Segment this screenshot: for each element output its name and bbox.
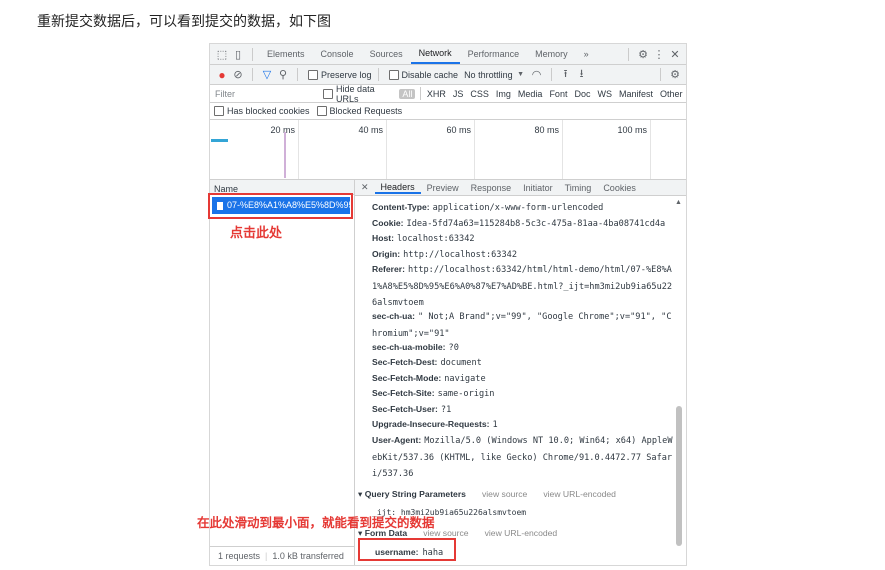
preserve-log-checkbox[interactable] [308,69,318,80]
fd-view-url-encoded-link[interactable]: view URL-encoded [485,528,558,538]
scrollbar-thumb[interactable] [676,406,682,546]
export-har-icon[interactable]: ⭳ [574,67,590,83]
more-tabs-button[interactable]: » [576,44,597,64]
clear-icon[interactable]: ⊘ [230,67,246,83]
scroll-up-arrow-icon[interactable]: ▲ [675,199,682,206]
tab-cookies[interactable]: Cookies [597,183,642,193]
qs-view-url-encoded-link[interactable]: view URL-encoded [543,489,616,499]
filter-type-css[interactable]: CSS [467,89,493,99]
qs-view-source-link[interactable]: view source [482,489,527,499]
filter-icon[interactable]: ▽ [259,67,275,83]
preserve-log-label: Preserve log [321,69,372,80]
headers-detail-pane[interactable]: Content-Type: application/x-www-form-urle… [355,196,673,564]
highlight-box-form-data [358,538,456,561]
header-row: Sec-Fetch-Dest: document [372,357,482,368]
tab-timing[interactable]: Timing [559,183,598,193]
tab-initiator[interactable]: Initiator [517,183,559,193]
filter-type-manifest[interactable]: Manifest [615,89,656,99]
has-blocked-cookies-label: Has blocked cookies [227,106,310,116]
highlight-box-request [208,193,353,219]
filter-type-media[interactable]: Media [514,89,546,99]
filter-input[interactable]: Filter [210,89,319,99]
hide-data-urls-label: Hide data URLs [336,83,375,104]
header-row: Upgrade-Insecure-Requests: 1 [372,419,498,430]
timeline-overview[interactable]: 20 ms 40 ms 60 ms 80 ms 100 ms [210,120,686,180]
devtools-panel: ⬚ ▯ Elements Console Sources Network Per… [208,43,687,566]
device-toolbar-icon[interactable]: ▯ [230,46,246,62]
filter-type-all[interactable]: All [399,88,416,99]
tab-response[interactable]: Response [465,183,518,193]
throttling-select[interactable]: No throttling [464,70,513,80]
annotation-click-here: 点击此处 [230,226,283,241]
network-settings-icon[interactable]: ⚙ [667,67,683,83]
header-row: Sec-Fetch-Site: same-origin [372,388,495,399]
tab-elements[interactable]: Elements [259,44,313,64]
timeline-request-bar [211,139,228,142]
timeline-tick: 60 ms [446,120,475,179]
close-icon[interactable]: ✕ [667,46,683,62]
tab-performance[interactable]: Performance [460,44,528,64]
disable-cache-label: Disable cache [401,69,459,80]
detail-tabbar: ✕ Headers Preview Response Initiator Tim… [355,180,686,196]
header-row: Host: localhost:63342 [372,233,475,244]
tab-sources[interactable]: Sources [362,44,411,64]
annotation-scroll-down: 在此处滑动到最小面，就能看到提交的数据 [197,515,435,530]
blocked-bar: Has blocked cookies Blocked Requests [210,103,686,120]
import-har-icon[interactable]: ⭱ [558,67,574,83]
filter-type-js[interactable]: JS [449,89,467,99]
blocked-requests-checkbox[interactable] [316,106,327,116]
network-toolbar: ● ⊘ ▽ ⚲ Preserve log Disable cache No th… [210,65,686,85]
inspect-element-icon[interactable]: ⬚ [214,46,230,62]
filter-type-doc[interactable]: Doc [571,89,594,99]
header-row: User-Agent: Mozilla/5.0 (Windows NT 10.0;… [372,435,673,479]
filter-type-font[interactable]: Font [546,89,571,99]
close-detail-icon[interactable]: ✕ [355,182,375,193]
page-caption: 重新提交数据后，可以看到提交的数据，如下图 [37,14,331,30]
blocked-requests-label: Blocked Requests [329,106,403,116]
disable-cache-checkbox[interactable] [388,69,399,80]
has-blocked-cookies-checkbox[interactable] [214,106,224,116]
timeline-load-marker [284,132,286,178]
timeline-tick: 20 ms [270,120,299,179]
filter-type-img[interactable]: Img [492,89,514,99]
timeline-tick: 100 ms [617,120,651,179]
tab-preview[interactable]: Preview [421,183,465,193]
record-icon[interactable]: ● [214,67,230,83]
search-icon[interactable]: ⚲ [275,67,291,83]
chevron-down-icon[interactable]: ▼ [513,67,529,83]
request-count: 1 requests [218,551,261,561]
wifi-conditions-icon[interactable]: ◠ [529,67,545,83]
kebab-menu-icon[interactable]: ⋮ [651,46,667,62]
header-row: sec-ch-ua: " Not;A Brand";v="99", "Google… [372,311,672,339]
tab-memory[interactable]: Memory [527,44,576,64]
tab-headers[interactable]: Headers [374,182,421,194]
filter-type-other[interactable]: Other [656,89,686,99]
network-summary-footer: 1 requests | 1.0 kB transferred [210,546,355,565]
hide-data-urls-checkbox[interactable] [323,88,334,99]
timeline-tick: 40 ms [358,120,387,179]
tab-console[interactable]: Console [313,44,362,64]
transferred-size: 1.0 kB transferred [272,551,344,561]
devtools-tabbar: ⬚ ▯ Elements Console Sources Network Per… [210,44,686,65]
tab-network[interactable]: Network [410,44,460,64]
settings-gear-icon[interactable]: ⚙ [635,46,651,62]
detail-scrollbar[interactable]: ▲ [675,196,683,546]
timeline-tick: 80 ms [534,120,563,179]
filter-type-ws[interactable]: WS [594,89,616,99]
query-string-section[interactable]: ▾ Query String Parameters view source view… [358,489,616,500]
header-row: Referer: http://localhost:63342/html/html… [372,264,673,308]
filter-bar: Filter Hide data URLs All XHR JS CSS Img… [210,83,686,104]
filter-type-xhr[interactable]: XHR [423,89,449,99]
header-row: Content-Type: application/x-www-form-urle… [372,202,604,213]
